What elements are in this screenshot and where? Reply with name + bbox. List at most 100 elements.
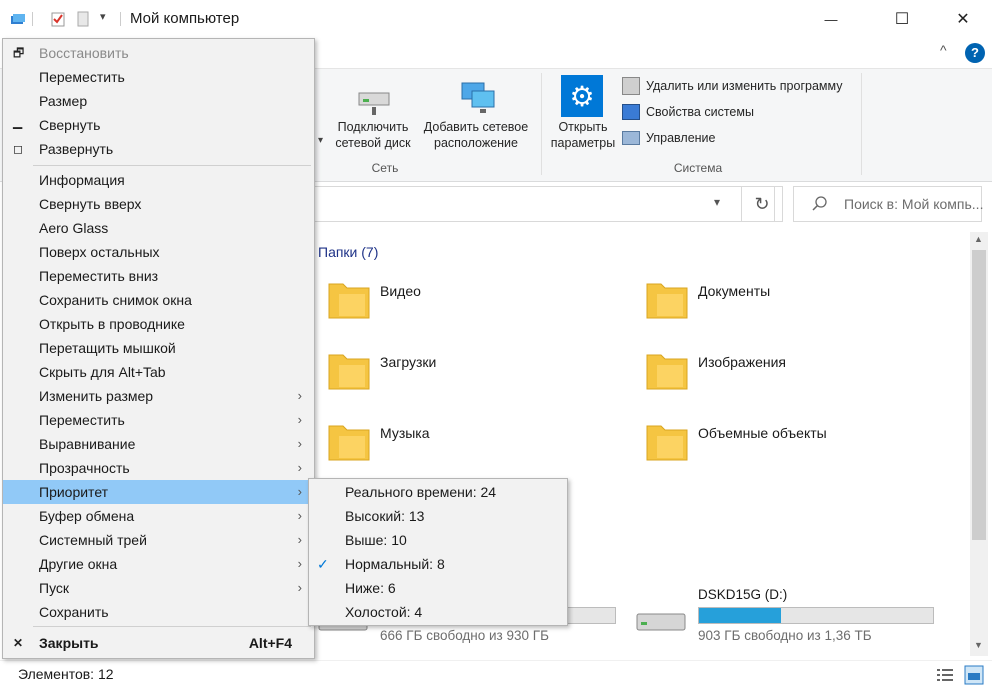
submenu-arrow-icon: › [297,436,302,451]
folder-name: Музыка [380,425,430,441]
menu-item-label: Открыть в проводнике [39,316,185,332]
menu-item[interactable]: Прозрачность › [3,456,314,480]
map-drive-button[interactable]: Подключить сетевой диск [318,119,428,151]
close-icon: ✕ [13,636,24,650]
menu-item-label: Свернуть [39,117,101,133]
menu-item[interactable]: Системный трей › [3,528,314,552]
system-properties-label: Свойства системы [646,105,754,119]
scroll-down-icon[interactable]: ▼ [974,640,983,650]
menu-item[interactable]: Сохранить снимок окна [3,288,314,312]
folder-item[interactable]: Видео [325,276,625,336]
menu-item[interactable]: Размер [3,89,314,113]
large-icons-view-icon[interactable] [964,665,984,685]
new-folder-icon[interactable] [75,11,91,27]
address-history-dropdown-icon[interactable]: ▾ [714,195,720,209]
submenu-arrow-icon: › [297,508,302,523]
menu-item[interactable]: Сохранить [3,600,314,624]
menu-item[interactable]: Открыть в проводнике [3,312,314,336]
priority-menu-item[interactable]: Ниже: 6 [309,576,567,600]
menu-item[interactable]: Aero Glass [3,216,314,240]
drive-usage-bar [698,607,934,624]
priority-menu-item[interactable]: Реального времени: 24 [309,480,567,504]
menu-item[interactable]: Переместить [3,65,314,89]
submenu-arrow-icon: › [297,388,302,403]
collapse-ribbon-icon[interactable]: ^ [940,42,947,58]
folder-item[interactable]: Музыка [325,418,625,478]
search-placeholder: Поиск в: Мой компь... [844,196,984,212]
close-button[interactable]: ✕ [940,0,986,38]
menu-item[interactable]: Другие окна › [3,552,314,576]
search-box[interactable]: Поиск в: Мой компь... [793,186,984,222]
drive-item[interactable]: DSKD15G (D:) 903 ГБ свободно из 1,36 ТБ [635,587,945,650]
menu-item-close[interactable]: ✕ Закрыть Alt+F4 [3,631,314,655]
computer-icon[interactable] [10,11,26,27]
add-network-location-button[interactable]: Добавить сетевое расположение [420,119,532,151]
menu-item[interactable]: Выравнивание › [3,432,314,456]
items-count: Элементов: 12 [18,666,114,682]
manage-icon [622,131,640,145]
menu-item-label: Скрыть для Alt+Tab [39,364,166,380]
drive-free-space: 666 ГБ свободно из 930 ГБ [380,628,549,643]
folder-item[interactable]: Изображения [643,347,943,407]
menu-item[interactable]: Скрыть для Alt+Tab [3,360,314,384]
manage-button[interactable]: Управление [622,131,716,145]
search-icon [812,196,827,211]
drive-icon [636,613,686,631]
menu-item[interactable]: Поверх остальных [3,240,314,264]
menu-item[interactable]: Переместить вниз [3,264,314,288]
priority-menu-item[interactable]: Высокий: 13 [309,504,567,528]
menu-item-label: Свернуть вверх [39,196,142,212]
priority-item-label: Ниже: 6 [345,580,396,596]
open-settings-button[interactable]: Открыть параметры [544,119,622,151]
menu-item-label: Выравнивание [39,436,136,452]
pictures-folder-icon [646,354,688,390]
menu-item[interactable]: Приоритет › [3,480,314,504]
title-bar: ▾ Мой компьютер — ☐ ✕ [0,0,992,39]
scroll-thumb[interactable] [972,250,986,540]
menu-item[interactable]: Буфер обмена › [3,504,314,528]
menu-item[interactable]: Перетащить мышкой [3,336,314,360]
uninstall-program-button[interactable]: Удалить или изменить программу [622,77,843,95]
folder-item[interactable]: Загрузки [325,347,625,407]
details-view-icon[interactable] [936,667,954,683]
quick-access-dropdown-icon[interactable]: ▾ [100,10,106,23]
system-properties-button[interactable]: Свойства системы [622,104,754,120]
folder-item[interactable]: Объемные объекты [643,418,943,478]
menu-item[interactable]: Пуск › [3,576,314,600]
maximize-button[interactable]: ☐ [879,0,925,38]
priority-menu-item[interactable]: Холостой: 4 [309,600,567,624]
dropdown-arrow-icon[interactable]: ▾ [318,135,323,146]
window-title: Мой компьютер [130,10,240,27]
folder-name: Документы [698,283,771,299]
menu-item-label: Приоритет [39,484,109,500]
menu-item-label: Закрыть [39,635,99,651]
menu-item[interactable]: ▁ Свернуть [3,113,314,137]
priority-menu-item[interactable]: ✓ Нормальный: 8 [309,552,567,576]
restore-icon: 🗗 [13,46,25,60]
menu-item[interactable]: ◻ Развернуть [3,137,314,161]
refresh-button[interactable]: ↻ [741,186,783,222]
menu-separator [33,626,311,627]
address-bar[interactable]: ▾ [313,186,775,222]
menu-item[interactable]: Свернуть вверх [3,192,314,216]
folders-section-header[interactable]: Папки (7) [318,244,378,260]
scroll-up-icon[interactable]: ▲ [974,234,983,244]
priority-submenu: Реального времени: 24 Высокий: 13 Выше: 10… [308,478,568,626]
help-icon[interactable]: ? [965,43,985,63]
priority-menu-item[interactable]: Выше: 10 [309,528,567,552]
menu-item[interactable]: Переместить › [3,408,314,432]
maximize-icon: ◻ [13,142,23,156]
menu-item[interactable]: Информация [3,168,314,192]
minimize-button[interactable]: — [808,0,854,38]
menu-item-label: Восстановить [39,45,129,61]
menu-item[interactable]: 🗗 Восстановить [3,41,314,65]
menu-item-label: Информация [39,172,125,188]
add-network-location-icon [461,82,495,113]
folder-name: Изображения [698,354,786,370]
menu-item-label: Пуск [39,580,70,596]
folder-name: Загрузки [380,354,437,370]
menu-item[interactable]: Изменить размер › [3,384,314,408]
priority-item-label: Нормальный: 8 [345,556,445,572]
folder-item[interactable]: Документы [643,276,943,336]
properties-icon[interactable] [50,11,66,27]
